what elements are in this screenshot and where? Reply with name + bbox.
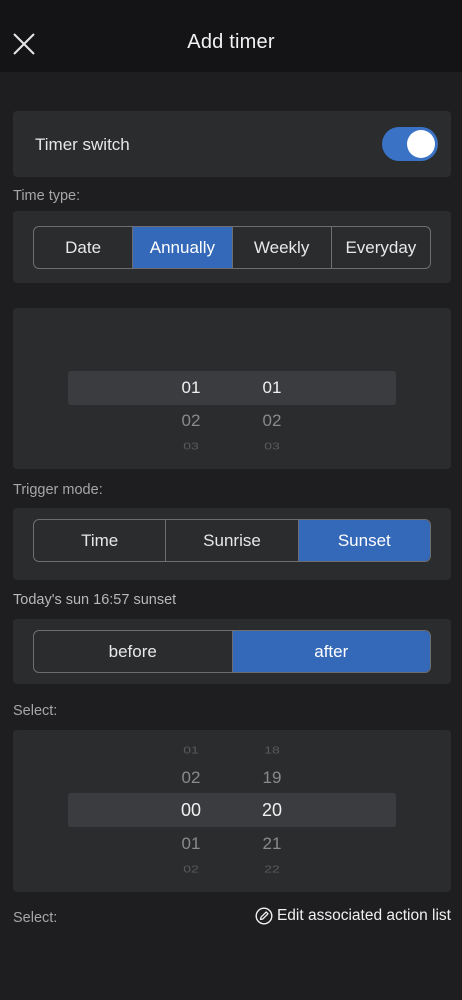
- time-type-weekly[interactable]: Weekly: [233, 227, 332, 268]
- header-bar: Add timer: [0, 0, 462, 72]
- offset-after[interactable]: after: [232, 631, 430, 672]
- offset-minute-wheel[interactable]: 18 19 20 21 22: [242, 730, 302, 892]
- trigger-mode-time[interactable]: Time: [34, 520, 167, 561]
- wheel-item: 01: [262, 378, 282, 397]
- trigger-mode-sunrise[interactable]: Sunrise: [166, 520, 299, 561]
- footer-select-label: Select:: [13, 910, 58, 926]
- wheel-item: 18: [264, 744, 280, 756]
- wheel-item: 03: [264, 440, 280, 452]
- date-picker[interactable]: 01 02 03 01 02 03: [13, 308, 451, 469]
- timer-switch-toggle[interactable]: [382, 127, 438, 161]
- time-type-label: Time type:: [13, 188, 81, 204]
- wheel-item: 02: [183, 863, 199, 875]
- edit-action-list-link[interactable]: Edit associated action list: [255, 907, 451, 925]
- wheel-item: 02: [262, 411, 282, 430]
- offset-before[interactable]: before: [34, 631, 233, 672]
- timer-switch-row: Timer switch: [13, 111, 451, 177]
- sun-info-text: Today's sun 16:57 sunset: [13, 592, 177, 608]
- time-type-annually[interactable]: Annually: [133, 227, 233, 268]
- wheel-item: 01: [183, 744, 199, 756]
- time-type-card: Date Annually Weekly Everyday: [13, 211, 451, 283]
- timer-switch-label: Timer switch: [35, 135, 130, 154]
- wheel-item: 02: [181, 411, 201, 430]
- wheel-item: 19: [262, 768, 282, 787]
- time-type-segmented: Date Annually Weekly Everyday: [33, 226, 431, 269]
- time-type-date[interactable]: Date: [34, 227, 134, 268]
- page-title: Add timer: [187, 31, 275, 53]
- offset-direction-card: before after: [13, 619, 451, 684]
- offset-direction-segmented: before after: [33, 630, 431, 673]
- trigger-mode-label: Trigger mode:: [13, 482, 103, 498]
- trigger-mode-sunset[interactable]: Sunset: [298, 520, 430, 561]
- offset-picker[interactable]: 01 02 00 01 02 18 19 20 21 22: [13, 730, 451, 892]
- wheel-item: 22: [264, 863, 280, 875]
- wheel-item: 01: [181, 834, 201, 853]
- picker-selection-band: [68, 793, 396, 827]
- edit-action-list-label: Edit associated action list: [276, 907, 451, 924]
- wheel-item: 20: [261, 800, 283, 820]
- offset-select-label: Select:: [13, 703, 58, 719]
- wheel-item: 03: [183, 440, 199, 452]
- wheel-item: 02: [181, 768, 201, 787]
- day-wheel[interactable]: 01 02 03: [242, 308, 302, 469]
- offset-hour-wheel[interactable]: 01 02 00 01 02: [161, 730, 221, 892]
- wheel-item: 21: [262, 834, 282, 853]
- month-wheel[interactable]: 01 02 03: [161, 308, 221, 469]
- toggle-knob: [407, 130, 435, 158]
- edit-icon: [255, 907, 273, 925]
- wheel-item: 00: [180, 800, 202, 820]
- trigger-mode-card: Time Sunrise Sunset: [13, 508, 451, 580]
- time-type-everyday[interactable]: Everyday: [332, 227, 430, 268]
- wheel-item: 01: [181, 378, 201, 397]
- trigger-mode-segmented: Time Sunrise Sunset: [33, 519, 431, 562]
- picker-selection-band: [68, 371, 396, 405]
